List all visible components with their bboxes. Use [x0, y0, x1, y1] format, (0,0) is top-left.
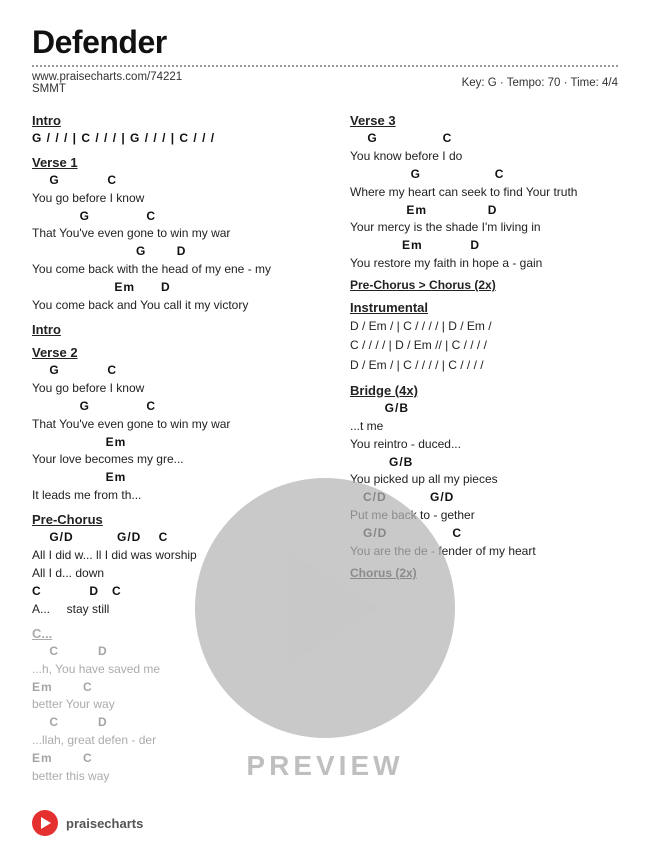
v3-lyric4: You restore my faith in hope a - gain — [350, 254, 618, 272]
separator1: · — [500, 77, 507, 89]
code: SMMT — [32, 83, 182, 95]
bridge-title: Bridge (4x) — [350, 383, 618, 398]
v3-chord3: Em D — [350, 202, 618, 219]
key: Key: G — [462, 77, 497, 89]
v1-chord4: Em D — [32, 279, 322, 296]
v1-lyric2: That You've even gone to win my war — [32, 224, 322, 242]
v3-lyric1: You know before I do — [350, 147, 618, 165]
v3-chord1: G C — [350, 130, 618, 147]
meta-left: www.praisecharts.com/74221 SMMT — [32, 71, 182, 95]
v1-lyric4: You come back and You call it my victory — [32, 296, 322, 314]
inst-line2: C / / / / | D / Em // | C / / / / — [350, 336, 618, 355]
v1-lyric3: You come back with the head of my ene - … — [32, 260, 322, 278]
v1-chord2: G C — [32, 208, 322, 225]
meta-right: Key: G · Tempo: 70 · Time: 4/4 — [462, 77, 618, 89]
v1-chord1: G C — [32, 172, 322, 189]
v1-chord3: G D — [32, 243, 322, 260]
preview-label: PREVIEW — [246, 750, 403, 782]
play-icon — [289, 553, 379, 663]
intro-chord: G / / / | C / / / | G / / / | C / / / — [32, 130, 322, 147]
section-verse1: Verse 1 G C You go before I know G C Tha… — [32, 155, 322, 314]
section-intro2: Intro — [32, 322, 322, 337]
v2-lyric1: You go before I know — [32, 379, 322, 397]
section-pre-chorus-ref: Pre-Chorus > Chorus (2x) — [350, 278, 618, 292]
tempo: Tempo: 70 — [507, 77, 561, 89]
play-button[interactable] — [195, 478, 455, 738]
v2-chord1: G C — [32, 362, 322, 379]
v3-lyric2: Where my heart can seek to find Your tru… — [350, 183, 618, 201]
v3-chord4: Em D — [350, 237, 618, 254]
instrumental-title: Instrumental — [350, 300, 618, 315]
section-verse3: Verse 3 G C You know before I do G C Whe… — [350, 113, 618, 272]
intro2-title: Intro — [32, 322, 322, 337]
url: www.praisecharts.com/74221 — [32, 71, 182, 83]
verse1-title: Verse 1 — [32, 155, 322, 170]
meta-row: www.praisecharts.com/74221 SMMT Key: G ·… — [32, 71, 618, 95]
time: Time: 4/4 — [570, 77, 618, 89]
page: Defender www.praisecharts.com/74221 SMMT… — [0, 0, 650, 850]
v3-chord2: G C — [350, 166, 618, 183]
preview-overlay[interactable]: PREVIEW — [0, 410, 650, 850]
song-title: Defender — [32, 24, 618, 61]
inst-line1: D / Em / | C / / / / | D / Em / — [350, 317, 618, 336]
verse2-title: Verse 2 — [32, 345, 322, 360]
inst-line3: D / Em / | C / / / / | C / / / / — [350, 356, 618, 375]
chorus-ref-label: Chorus (2x) — [429, 278, 496, 292]
pre-chorus-ref-label: Pre-Chorus > Chorus (2x) — [350, 278, 618, 292]
section-instrumental: Instrumental D / Em / | C / / / / | D / … — [350, 300, 618, 375]
v3-lyric3: Your mercy is the shade I'm living in — [350, 218, 618, 236]
v1-lyric1: You go before I know — [32, 189, 322, 207]
divider — [32, 65, 618, 67]
verse3-title: Verse 3 — [350, 113, 618, 128]
intro-title: Intro — [32, 113, 322, 128]
section-intro: Intro G / / / | C / / / | G / / / | C / … — [32, 113, 322, 147]
